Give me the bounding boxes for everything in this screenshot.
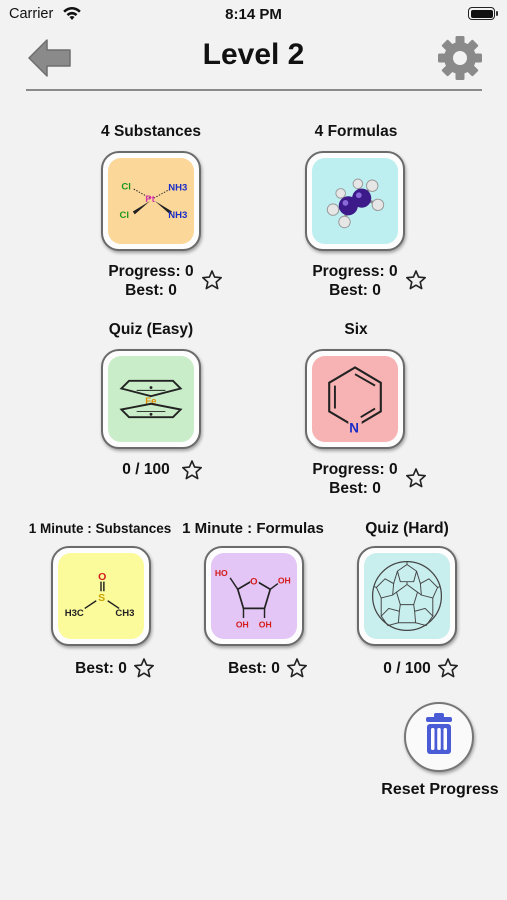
tile-label-4-substances: 4 Substances: [101, 123, 201, 140]
ribose-icon: O HO OH OH OH: [215, 568, 291, 630]
tile-label-quiz-hard: Quiz (Hard): [365, 520, 449, 537]
star-icon[interactable]: [133, 657, 155, 679]
score-text: 0 / 100: [122, 461, 170, 478]
tile-art: [364, 553, 450, 639]
progress-text: Progress: 0: [312, 263, 398, 280]
svg-text:Cl: Cl: [121, 182, 131, 193]
battery-icon: [468, 7, 498, 20]
header-divider: [26, 89, 482, 91]
best-text: Best: 0: [329, 480, 381, 497]
star-icon[interactable]: [181, 459, 203, 481]
svg-text:HO: HO: [215, 568, 228, 578]
trash-icon: [426, 713, 452, 754]
star-icon[interactable]: [286, 657, 308, 679]
dmso-icon: O S H3C CH3: [65, 571, 135, 619]
reset-progress-button[interactable]: [404, 702, 474, 772]
ferrocene-icon: Fe: [119, 379, 183, 419]
ethane-model-icon: [326, 178, 385, 229]
svg-text:Pt: Pt: [145, 194, 155, 205]
star-icon[interactable]: [201, 269, 223, 291]
svg-text:CH3: CH3: [115, 608, 134, 619]
tile-label-quiz-easy: Quiz (Easy): [108, 321, 194, 338]
progress-text: Progress: 0: [312, 461, 398, 478]
tile-art: [312, 158, 398, 244]
svg-text:OH: OH: [236, 620, 249, 630]
reset-progress-label[interactable]: Reset Progress: [370, 781, 507, 799]
status-bar: Carrier 8:14 PM: [0, 0, 507, 28]
tile-4-substances[interactable]: Cl Pt NH3 Cl NH3: [101, 151, 201, 251]
tile-label-1-minute-substances: 1 Minute : Substances: [28, 521, 172, 536]
tile-1-minute-formulas[interactable]: O HO OH OH OH: [204, 546, 304, 646]
best-text: Best: 0: [75, 660, 127, 677]
page-title: Level 2: [202, 38, 305, 71]
tile-art: Cl Pt NH3 Cl NH3: [108, 158, 194, 244]
star-icon[interactable]: [405, 467, 427, 489]
svg-text:H3C: H3C: [65, 608, 84, 619]
tile-1-minute-substances[interactable]: O S H3C CH3: [51, 546, 151, 646]
best-text: Best: 0: [125, 282, 177, 299]
star-icon[interactable]: [405, 269, 427, 291]
svg-text:O: O: [250, 577, 258, 588]
tile-quiz-easy[interactable]: Fe: [101, 349, 201, 449]
best-text: Best: 0: [228, 660, 280, 677]
svg-text:N: N: [349, 420, 359, 435]
svg-text:S: S: [98, 592, 105, 604]
tile-label-4-formulas: 4 Formulas: [314, 123, 398, 140]
tile-label-1-minute-formulas: 1 Minute : Formulas: [182, 520, 324, 537]
pyridine-icon: N: [328, 366, 382, 435]
svg-text:OH: OH: [259, 620, 272, 630]
best-text: Best: 0: [329, 282, 381, 299]
star-icon[interactable]: [437, 657, 459, 679]
tile-art: O HO OH OH OH: [211, 553, 297, 639]
tile-six[interactable]: N: [305, 349, 405, 449]
score-text: 0 / 100: [383, 660, 431, 677]
svg-text:OH: OH: [278, 576, 291, 586]
svg-text:NH3: NH3: [168, 182, 187, 193]
tile-art: N: [312, 356, 398, 442]
platinum-complex-icon: Cl Pt NH3 Cl NH3: [119, 182, 187, 222]
progress-text: Progress: 0: [108, 263, 194, 280]
svg-text:Cl: Cl: [119, 210, 129, 221]
tile-art: O S H3C CH3: [58, 553, 144, 639]
tile-quiz-hard[interactable]: [357, 546, 457, 646]
clock: 8:14 PM: [225, 6, 282, 23]
fullerene-icon: [371, 560, 443, 632]
svg-text:O: O: [98, 571, 106, 583]
settings-gear-icon[interactable]: [437, 35, 483, 81]
tile-art: Fe: [108, 356, 194, 442]
tile-4-formulas[interactable]: [305, 151, 405, 251]
tile-label-six: Six: [344, 321, 368, 338]
svg-text:NH3: NH3: [168, 210, 187, 221]
